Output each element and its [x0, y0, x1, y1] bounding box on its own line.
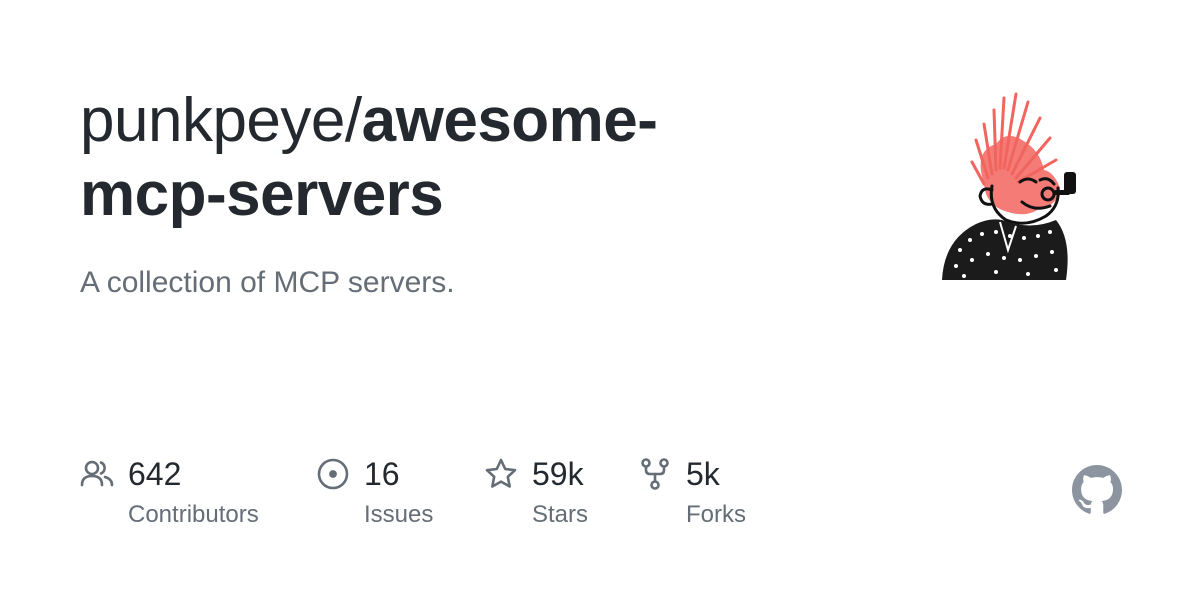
- star-icon: [484, 457, 518, 491]
- stat-label: Forks: [686, 501, 746, 528]
- stat-label: Contributors: [128, 501, 259, 528]
- stat-label: Issues: [364, 501, 434, 528]
- fork-icon: [638, 457, 672, 491]
- owner-avatar[interactable]: [936, 90, 1088, 282]
- repo-description: A collection of MCP servers.: [80, 266, 455, 299]
- stat-value: 642: [128, 456, 182, 492]
- stat-value: 16: [364, 456, 400, 492]
- issue-icon: [316, 457, 350, 491]
- repo-title[interactable]: punkpeye/awesome-mcp-servers: [80, 84, 780, 232]
- people-icon: [80, 457, 114, 491]
- stat-value: 59k: [532, 456, 584, 492]
- stat-value: 5k: [686, 456, 720, 492]
- stat-label: Stars: [532, 501, 589, 528]
- github-logo-icon[interactable]: [1072, 465, 1122, 515]
- repo-owner[interactable]: punkpeye/: [80, 86, 362, 155]
